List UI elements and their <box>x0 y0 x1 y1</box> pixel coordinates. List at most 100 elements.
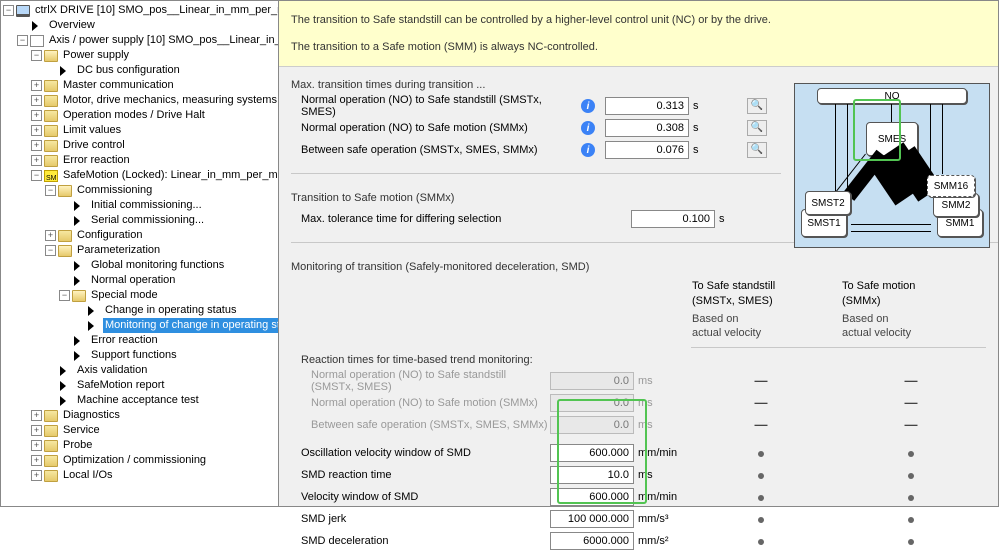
expand-icon[interactable]: + <box>31 440 42 451</box>
tree-item-axis-valid[interactable]: Axis validation <box>3 363 278 378</box>
tree-item-sm-report[interactable]: SafeMotion report <box>3 378 278 393</box>
input-trans2[interactable] <box>605 119 689 137</box>
axis-icon <box>30 35 44 47</box>
tree-label: Error reaction <box>61 153 132 168</box>
expand-icon[interactable]: + <box>31 470 42 481</box>
folder-icon <box>44 95 58 107</box>
expand-icon[interactable]: + <box>31 110 42 121</box>
tree-item-safemotion[interactable]: −SafeMotion (Locked): Linear_in_mm_per_m… <box>3 168 278 183</box>
expand-icon[interactable]: + <box>31 455 42 466</box>
expand-icon[interactable]: + <box>31 80 42 91</box>
unit-label: s <box>715 213 767 225</box>
input-smd-jerk[interactable] <box>550 510 634 528</box>
expand-icon[interactable]: + <box>31 125 42 136</box>
folder-icon <box>44 125 58 137</box>
col-safe-standstill: To Safe standstill (SMSTx, SMES) Based o… <box>686 277 836 342</box>
expand-icon[interactable]: + <box>31 410 42 421</box>
tree-label: Motor, drive mechanics, measuring system… <box>61 93 279 108</box>
tree-item-support[interactable]: Support functions <box>3 348 278 363</box>
tree-label: Probe <box>61 438 94 453</box>
colh-sub: actual velocity <box>692 326 830 340</box>
param-label: SMD jerk <box>301 513 550 525</box>
unit-label: mm/min <box>634 447 686 459</box>
tree-item-special-mode[interactable]: −Special mode <box>3 288 278 303</box>
lookup-button[interactable]: 🔍 <box>747 120 767 136</box>
param-label: SMD reaction time <box>301 469 550 481</box>
param-label: Velocity window of SMD <box>301 491 550 503</box>
tree-label: Master communication <box>61 78 176 93</box>
tree-item-serial-comm[interactable]: Serial commissioning... <box>3 213 278 228</box>
tree-item-limit[interactable]: + Limit values <box>3 123 278 138</box>
expand-icon[interactable]: + <box>31 155 42 166</box>
expand-icon[interactable]: + <box>31 95 42 106</box>
arrow-icon <box>58 395 72 407</box>
collapse-icon[interactable]: − <box>17 35 28 46</box>
collapse-icon[interactable]: − <box>59 290 70 301</box>
tree-item-initial-comm[interactable]: Initial commissioning... <box>3 198 278 213</box>
tree-item-power-supply[interactable]: −Power supply <box>3 48 278 63</box>
info-icon[interactable]: i <box>581 121 595 135</box>
tree-item-machine-test[interactable]: Machine acceptance test <box>3 393 278 408</box>
info-icon[interactable]: i <box>581 143 595 157</box>
input-smd-react[interactable] <box>550 466 634 484</box>
row-trans-no-sst: Normal operation (NO) to Safe standstill… <box>301 95 767 117</box>
folder-icon <box>44 80 58 92</box>
tree-item-dc-bus[interactable]: DC bus configuration <box>3 63 278 78</box>
lookup-button[interactable]: 🔍 <box>747 142 767 158</box>
tree-item-drive-ctrl[interactable]: +Drive control <box>3 138 278 153</box>
colh-sub: Based on <box>842 312 980 326</box>
unit-label: mm/min <box>634 491 686 503</box>
arrow-icon <box>58 65 72 77</box>
param-label: Normal operation (NO) to Safe standstill… <box>301 369 550 393</box>
expand-icon[interactable]: + <box>45 230 56 241</box>
group-heading: Monitoring of transition (Safely-monitor… <box>291 261 986 273</box>
input-trans1[interactable] <box>605 97 689 115</box>
collapse-icon[interactable]: − <box>45 185 56 196</box>
folder-icon <box>44 140 58 152</box>
tree-item-mon-change-op[interactable]: Monitoring of change in operating status <box>3 318 278 333</box>
input-smd-decel[interactable] <box>550 532 634 550</box>
tree-root[interactable]: −ctrlX DRIVE [10] SMO_pos__Linear_in_mm_… <box>3 3 278 18</box>
tree-item-local-io[interactable]: +Local I/Os <box>3 468 278 483</box>
row-smd-jerk: SMD jerk mm/s³ <box>301 508 986 530</box>
expand-icon[interactable]: + <box>31 140 42 151</box>
tree-item-motor[interactable]: + Motor, drive mechanics, measuring syste… <box>3 93 278 108</box>
tree-item-configuration[interactable]: +Configuration <box>3 228 278 243</box>
info-icon[interactable]: i <box>581 99 595 113</box>
tree-item-global-mon[interactable]: Global monitoring functions <box>3 258 278 273</box>
collapse-icon[interactable]: − <box>31 50 42 61</box>
tree-item-commissioning[interactable]: −Commissioning <box>3 183 278 198</box>
collapse-icon[interactable]: − <box>45 245 56 256</box>
tree-item-error-reaction[interactable]: + Error reaction <box>3 153 278 168</box>
tree-item-overview[interactable]: Overview <box>3 18 278 33</box>
input-tolerance[interactable] <box>631 210 715 228</box>
tree-item-service[interactable]: +Service <box>3 423 278 438</box>
input-trans3[interactable] <box>605 141 689 159</box>
colh-sub: Based on <box>692 312 830 326</box>
collapse-icon[interactable]: − <box>31 170 42 181</box>
lookup-button[interactable]: 🔍 <box>747 98 767 114</box>
tree-item-probe[interactable]: + Probe <box>3 438 278 453</box>
tree-item-optim[interactable]: +Optimization / commissioning <box>3 453 278 468</box>
input-vel-window[interactable] <box>550 488 634 506</box>
tree-label-selected: Monitoring of change in operating status <box>103 318 279 333</box>
arrow-icon <box>30 20 44 32</box>
tree-label: Axis / power supply [10] SMO_pos__Linear… <box>47 33 279 48</box>
tree-item-diagnostics[interactable]: +Diagnostics <box>3 408 278 423</box>
navigation-tree[interactable]: −ctrlX DRIVE [10] SMO_pos__Linear_in_mm_… <box>1 1 279 506</box>
input-osc-window[interactable] <box>550 444 634 462</box>
param-label: SMD deceleration <box>301 535 550 547</box>
tree-item-master-comm[interactable]: + Master communication <box>3 78 278 93</box>
tree-item-parameterization[interactable]: −Parameterization <box>3 243 278 258</box>
tree-item-opmodes[interactable]: + Operation modes / Drive Halt <box>3 108 278 123</box>
tree-item-change-op[interactable]: Change in operating status <box>3 303 278 318</box>
tree-label: Operation modes / Drive Halt <box>61 108 207 123</box>
tree-item-normal-op[interactable]: Normal operation <box>3 273 278 288</box>
tree-item-axis[interactable]: − Axis / power supply [10] SMO_pos__Linea… <box>3 33 278 48</box>
expand-icon[interactable]: + <box>31 425 42 436</box>
collapse-icon[interactable]: − <box>3 5 14 16</box>
device-icon <box>16 5 30 17</box>
tree-label: Initial commissioning... <box>89 198 204 213</box>
tree-item-err-react[interactable]: Error reaction <box>3 333 278 348</box>
tree-label: Limit values <box>61 123 123 138</box>
